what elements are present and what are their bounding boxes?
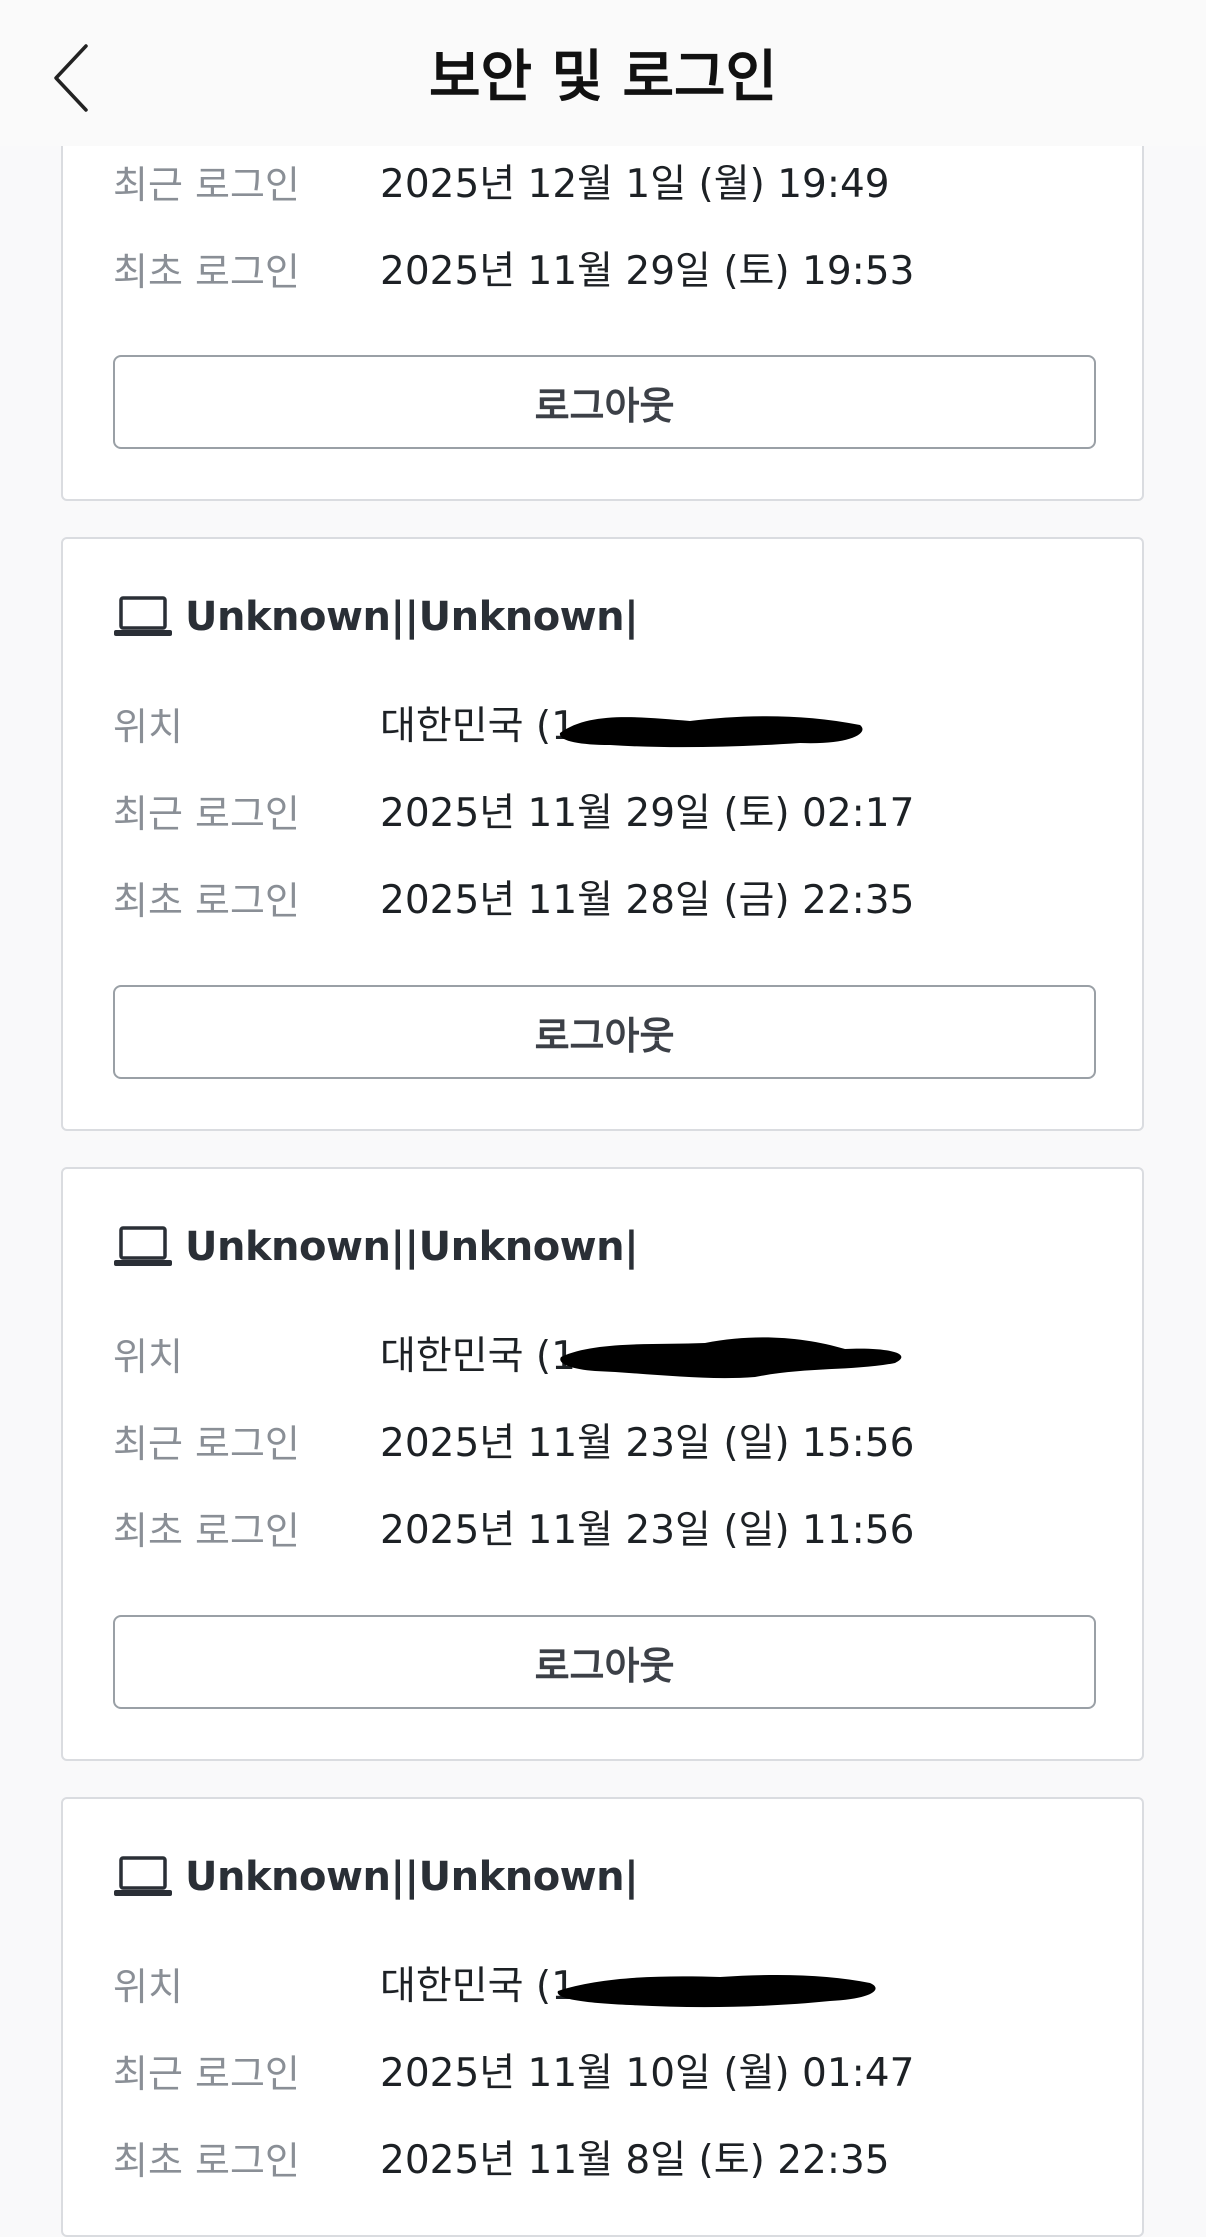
- recent-login-row: 최근 로그인 2025년 12월 1일 (월) 19:49: [113, 155, 1113, 215]
- location-value: 대한민국 (1: [380, 1327, 902, 1387]
- device-row: Unknown||Unknown|: [113, 1847, 639, 1907]
- recent-login-label: 최근 로그인: [113, 2052, 300, 2096]
- first-login-row: 최초 로그인 2025년 11월 28일 (금) 22:35: [113, 871, 1113, 931]
- device-row: Unknown||Unknown|: [113, 587, 639, 647]
- location-label: 위치: [113, 705, 183, 749]
- first-login-row: 최초 로그인 2025년 11월 23일 (일) 11:56: [113, 1501, 1113, 1561]
- device-name: Unknown||Unknown|: [185, 594, 639, 640]
- laptop-icon: [114, 1226, 172, 1266]
- recent-login-label: 최근 로그인: [113, 163, 300, 207]
- page-title: 보안 및 로그인: [428, 45, 778, 110]
- location-value: 대한민국 (1: [380, 1957, 876, 2017]
- location-row: 위치 대한민국 (1: [113, 697, 1113, 757]
- laptop-icon: [114, 1856, 172, 1896]
- recent-login-row: 최근 로그인 2025년 11월 10일 (월) 01:47: [113, 2044, 1113, 2104]
- location-label: 위치: [113, 1965, 183, 2009]
- first-login-value: 2025년 11월 23일 (일) 11:56: [380, 1508, 915, 1553]
- recent-login-value: 2025년 11월 23일 (일) 15:56: [380, 1421, 915, 1466]
- device-row: Unknown||Unknown|: [113, 1217, 639, 1277]
- location-label: 위치: [113, 1335, 183, 1379]
- session-card: Unknown||Unknown| 위치 대한민국 (1 최근 로그인 2025…: [61, 537, 1144, 1131]
- session-card: Unknown||Unknown| 위치 대한민국 (1 최근 로그인 2025…: [61, 1797, 1144, 2237]
- first-login-value: 2025년 11월 29일 (토) 19:53: [380, 249, 915, 294]
- recent-login-value: 2025년 12월 1일 (월) 19:49: [380, 162, 890, 207]
- recent-login-row: 최근 로그인 2025년 11월 29일 (토) 02:17: [113, 784, 1113, 844]
- logout-button[interactable]: 로그아웃: [113, 1615, 1096, 1709]
- first-login-label: 최초 로그인: [113, 1509, 300, 1553]
- first-login-row: 최초 로그인 2025년 11월 8일 (토) 22:35: [113, 2131, 1113, 2191]
- device-name: Unknown||Unknown|: [185, 1224, 639, 1270]
- logout-button[interactable]: 로그아웃: [113, 985, 1096, 1079]
- first-login-value: 2025년 11월 8일 (토) 22:35: [380, 2138, 890, 2183]
- page-header: 보안 및 로그인: [0, 0, 1206, 146]
- session-list: 최근 로그인 2025년 12월 1일 (월) 19:49 최초 로그인 202…: [0, 0, 1206, 2237]
- redaction-scribble: [557, 1975, 876, 2008]
- first-login-label: 최초 로그인: [113, 250, 300, 294]
- session-card: Unknown||Unknown| 위치 대한민국 (1 최근 로그인 2025…: [61, 1167, 1144, 1761]
- redaction-scribble: [560, 1337, 902, 1379]
- laptop-icon: [114, 596, 172, 636]
- location-value: 대한민국 (1: [380, 697, 863, 757]
- recent-login-value: 2025년 11월 29일 (토) 02:17: [380, 791, 915, 836]
- location-row: 위치 대한민국 (1: [113, 1327, 1113, 1387]
- recent-login-row: 최근 로그인 2025년 11월 23일 (일) 15:56: [113, 1414, 1113, 1474]
- recent-login-label: 최근 로그인: [113, 792, 300, 836]
- first-login-row: 최초 로그인 2025년 11월 29일 (토) 19:53: [113, 242, 1113, 302]
- device-name: Unknown||Unknown|: [185, 1854, 639, 1900]
- recent-login-value: 2025년 11월 10일 (월) 01:47: [380, 2051, 915, 2096]
- recent-login-label: 최근 로그인: [113, 1422, 300, 1466]
- location-row: 위치 대한민국 (1: [113, 1957, 1113, 2017]
- first-login-label: 최초 로그인: [113, 2139, 300, 2183]
- logout-button[interactable]: 로그아웃: [113, 355, 1096, 449]
- first-login-value: 2025년 11월 28일 (금) 22:35: [380, 878, 915, 923]
- redaction-scribble: [559, 716, 863, 748]
- first-login-label: 최초 로그인: [113, 879, 300, 923]
